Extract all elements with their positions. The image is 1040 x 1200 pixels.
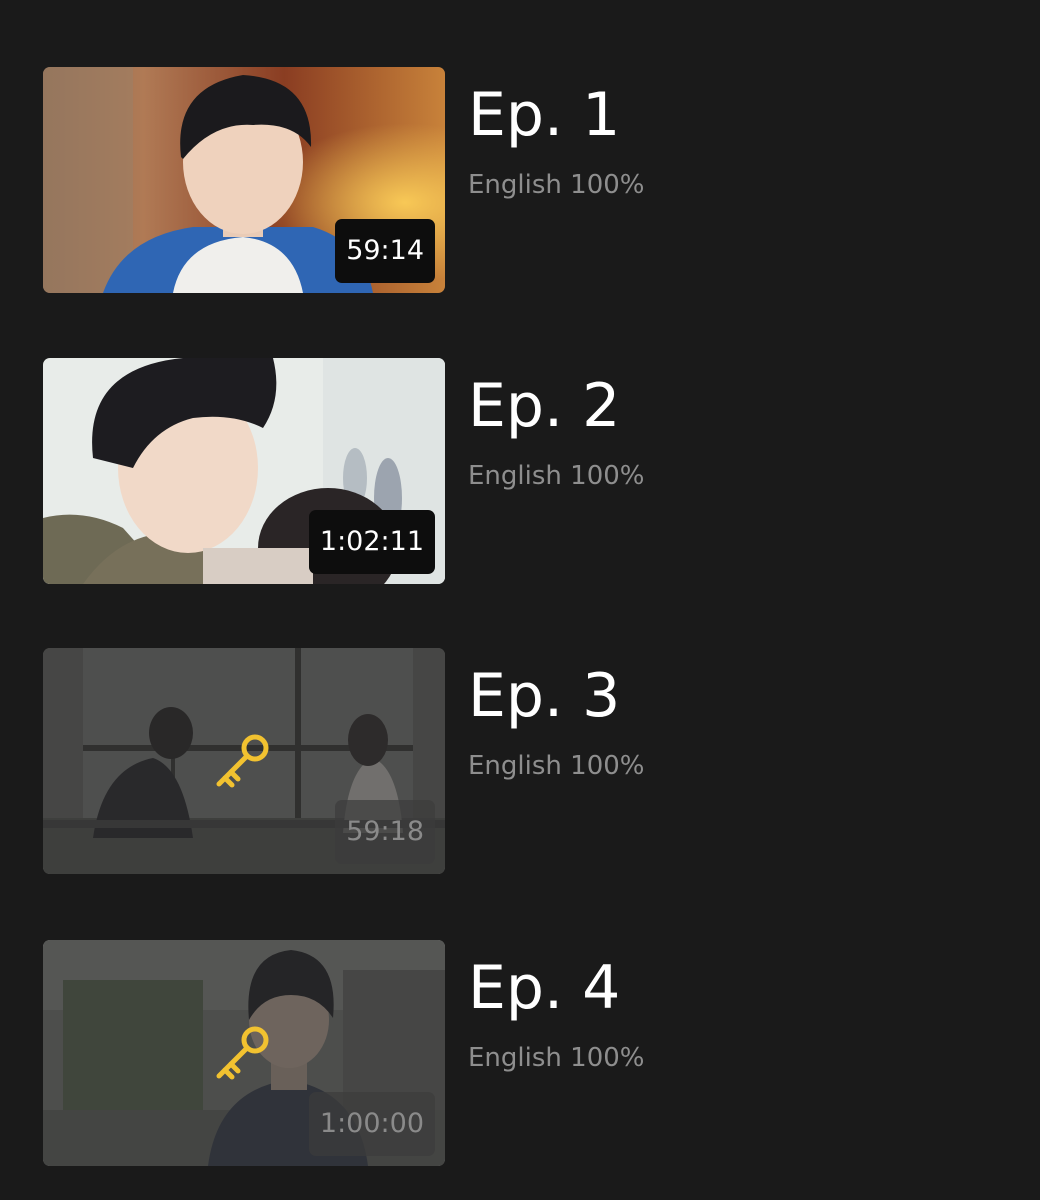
episode-title[interactable]: Ep. 3 — [468, 658, 620, 734]
episode-title[interactable]: Ep. 4 — [468, 950, 620, 1026]
subtitle-language: English 100% — [468, 751, 645, 781]
episode-item-2[interactable]: 1:02:11 Ep. 2 English 100% — [43, 358, 1003, 584]
duration-badge: 1:02:11 — [308, 510, 435, 574]
episode-item-3[interactable]: 59:18 Ep. 3 English 100% — [43, 648, 1003, 874]
duration-badge: 59:14 — [335, 219, 435, 283]
duration-badge: 59:18 — [335, 800, 435, 864]
episode-thumbnail[interactable]: 1:02:11 — [43, 358, 445, 584]
key-icon — [216, 1026, 269, 1080]
episode-thumbnail[interactable]: 59:18 — [43, 648, 445, 874]
subtitle-language: English 100% — [468, 461, 645, 491]
episode-title[interactable]: Ep. 1 — [468, 77, 620, 153]
key-icon — [216, 734, 269, 788]
episode-thumbnail[interactable]: 59:14 — [43, 67, 445, 293]
subtitle-language: English 100% — [468, 1043, 645, 1073]
episode-thumbnail[interactable]: 1:00:00 — [43, 940, 445, 1166]
duration-badge: 1:00:00 — [308, 1092, 435, 1156]
episode-list: 59:14 Ep. 1 English 100% 1:02:11 Ep. 2 E… — [0, 0, 1040, 1200]
episode-item-1[interactable]: 59:14 Ep. 1 English 100% — [43, 67, 1003, 293]
episode-title[interactable]: Ep. 2 — [468, 368, 620, 444]
subtitle-language: English 100% — [468, 170, 645, 200]
episode-item-4[interactable]: 1:00:00 Ep. 4 English 100% — [43, 940, 1003, 1166]
